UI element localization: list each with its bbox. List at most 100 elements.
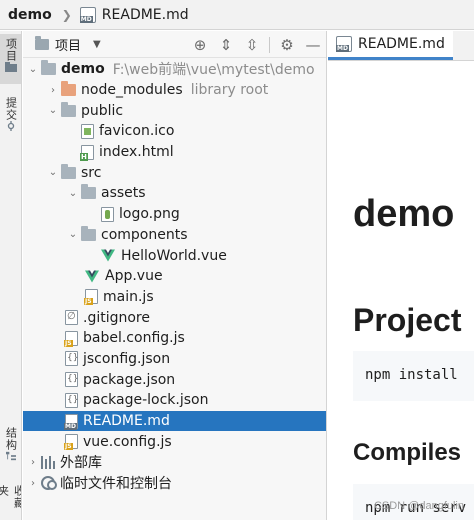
package-lock-label: package-lock.json [83, 392, 209, 409]
folder-icon [61, 101, 76, 117]
tree-row-scratches[interactable]: › 临时文件和控制台 [23, 473, 326, 494]
structure-tool-label: 结构 [4, 427, 18, 451]
tree-row-components[interactable]: ⌄ components [23, 225, 326, 246]
node-modules-label: node_modules [81, 82, 183, 99]
project-tree: ⌄ demo F:\web前端\vue\mytest\demo › node_m… [23, 59, 326, 493]
vue-config-label: vue.config.js [83, 433, 172, 450]
vue-icon [101, 249, 115, 262]
commit-tool-button[interactable]: 提交 [0, 93, 21, 143]
tree-row-gitignore[interactable]: .gitignore [23, 307, 326, 328]
chevron-right-icon[interactable]: › [25, 457, 41, 468]
structure-tool-button[interactable]: 结构 [0, 423, 21, 473]
chevron-down-icon[interactable]: ⌄ [45, 167, 61, 178]
scratches-label: 临时文件和控制台 [60, 476, 172, 493]
chevron-down-icon[interactable]: ⌄ [65, 188, 81, 199]
tree-row-package-json[interactable]: package.json [23, 369, 326, 390]
tree-row-index-html[interactable]: index.html [23, 142, 326, 163]
minimize-icon[interactable]: — [300, 36, 326, 54]
favorites-tool-label: 收藏夹 [0, 485, 21, 509]
project-tool-window: 项目 ▼ ⊕ ⇕ ⇳ ⚙ — ⌄ demo F:\web前端\vue\mytes… [23, 31, 327, 520]
folder-icon [35, 35, 49, 50]
breadcrumb-project[interactable]: demo [8, 7, 52, 23]
crosshair-icon[interactable]: ⊕ [187, 36, 213, 54]
tree-row-helloworld[interactable]: HelloWorld.vue [23, 245, 326, 266]
chevron-right-icon[interactable]: › [25, 478, 41, 489]
tree-row-vue-config[interactable]: vue.config.js [23, 431, 326, 452]
breadcrumb-file[interactable]: README.md [102, 7, 189, 23]
markdown-preview[interactable]: demo Project npm install Compiles npm ru… [328, 62, 474, 520]
tab-label: README.md [358, 35, 445, 52]
chevron-down-icon[interactable]: ⌄ [65, 229, 81, 240]
toolbar-divider [269, 36, 270, 53]
tree-row-package-lock[interactable]: package-lock.json [23, 390, 326, 411]
library-root-hint: library root [190, 82, 269, 99]
image-file-icon [101, 206, 114, 222]
javascript-file-icon [84, 289, 98, 306]
project-tool-label: 项目 [4, 38, 18, 62]
folder-icon [4, 62, 17, 72]
structure-icon [5, 451, 16, 461]
preview-heading-1: demo [353, 193, 455, 235]
tree-row-logo[interactable]: logo.png [23, 204, 326, 225]
chevron-right-icon[interactable]: › [45, 85, 61, 96]
editor-tab-bar: README.md [328, 30, 474, 61]
chevron-down-icon[interactable]: ⌄ [25, 64, 41, 75]
assets-folder-label: assets [101, 185, 146, 202]
tree-row-assets[interactable]: ⌄ assets [23, 183, 326, 204]
preview-heading-2: Project [353, 302, 462, 338]
tree-row-src[interactable]: ⌄ src [23, 162, 326, 183]
commit-icon [7, 121, 14, 131]
tree-row-main-js[interactable]: main.js [23, 287, 326, 308]
markdown-file-icon [336, 35, 352, 52]
library-icon [41, 455, 55, 469]
chevron-down-icon[interactable]: ▼ [93, 39, 101, 50]
public-folder-label: public [81, 102, 124, 119]
markdown-file-icon [79, 6, 96, 23]
collapse-all-icon[interactable]: ⇳ [239, 36, 265, 54]
favicon-label: favicon.ico [99, 123, 175, 140]
editor-area: README.md demo Project npm install Compi… [328, 30, 474, 520]
app-vue-label: App.vue [105, 268, 163, 285]
project-panel-title[interactable]: 项目 [55, 35, 81, 54]
package-json-label: package.json [83, 371, 176, 388]
readme-label: README.md [83, 413, 170, 430]
scratches-icon [41, 476, 57, 491]
tree-row-external-libraries[interactable]: › 外部库 [23, 452, 326, 473]
favorites-tool-button[interactable]: 收藏夹 [0, 483, 21, 520]
chevron-right-icon: ❯ [61, 7, 72, 22]
library-folder-icon [61, 81, 76, 97]
left-tool-strip: 项目 提交 结构 收藏夹 [0, 31, 22, 520]
tree-row-readme[interactable]: README.md [23, 410, 326, 432]
json-file-icon [65, 351, 78, 367]
javascript-file-icon [64, 330, 78, 347]
project-tool-button[interactable]: 项目 [0, 34, 21, 84]
tree-row-node-modules[interactable]: › node_modules library root [23, 80, 326, 101]
watermark: CSDN @dangfulin [373, 500, 464, 512]
helloworld-label: HelloWorld.vue [121, 247, 227, 264]
gear-icon[interactable]: ⚙ [274, 36, 300, 54]
expand-all-icon[interactable]: ⇕ [213, 36, 239, 54]
tree-row-babel-config[interactable]: babel.config.js [23, 328, 326, 349]
tree-row-jsconfig[interactable]: jsconfig.json [23, 349, 326, 370]
tree-row-favicon[interactable]: favicon.ico [23, 121, 326, 142]
tree-row-app-vue[interactable]: App.vue [23, 266, 326, 287]
json-file-icon [65, 372, 78, 388]
markdown-file-icon [64, 413, 78, 430]
chevron-down-icon[interactable]: ⌄ [45, 105, 61, 116]
tree-row-public[interactable]: ⌄ public [23, 100, 326, 121]
ignore-file-icon [65, 310, 78, 326]
preview-heading-3: Compiles [353, 439, 462, 466]
vue-icon [85, 270, 99, 283]
jsconfig-label: jsconfig.json [83, 350, 171, 367]
folder-icon [41, 60, 56, 76]
tree-row-root[interactable]: ⌄ demo F:\web前端\vue\mytest\demo [23, 59, 326, 80]
project-panel-header: 项目 ▼ ⊕ ⇕ ⇳ ⚙ — [23, 31, 326, 58]
tab-readme[interactable]: README.md [328, 30, 453, 60]
commit-tool-label: 提交 [4, 97, 18, 121]
main-js-label: main.js [103, 288, 154, 305]
babel-config-label: babel.config.js [83, 330, 185, 347]
image-file-icon [81, 123, 94, 139]
html-file-icon [80, 144, 94, 161]
panel-toolbar: ⊕ ⇕ ⇳ ⚙ — [187, 31, 326, 58]
logo-label: logo.png [119, 206, 180, 223]
